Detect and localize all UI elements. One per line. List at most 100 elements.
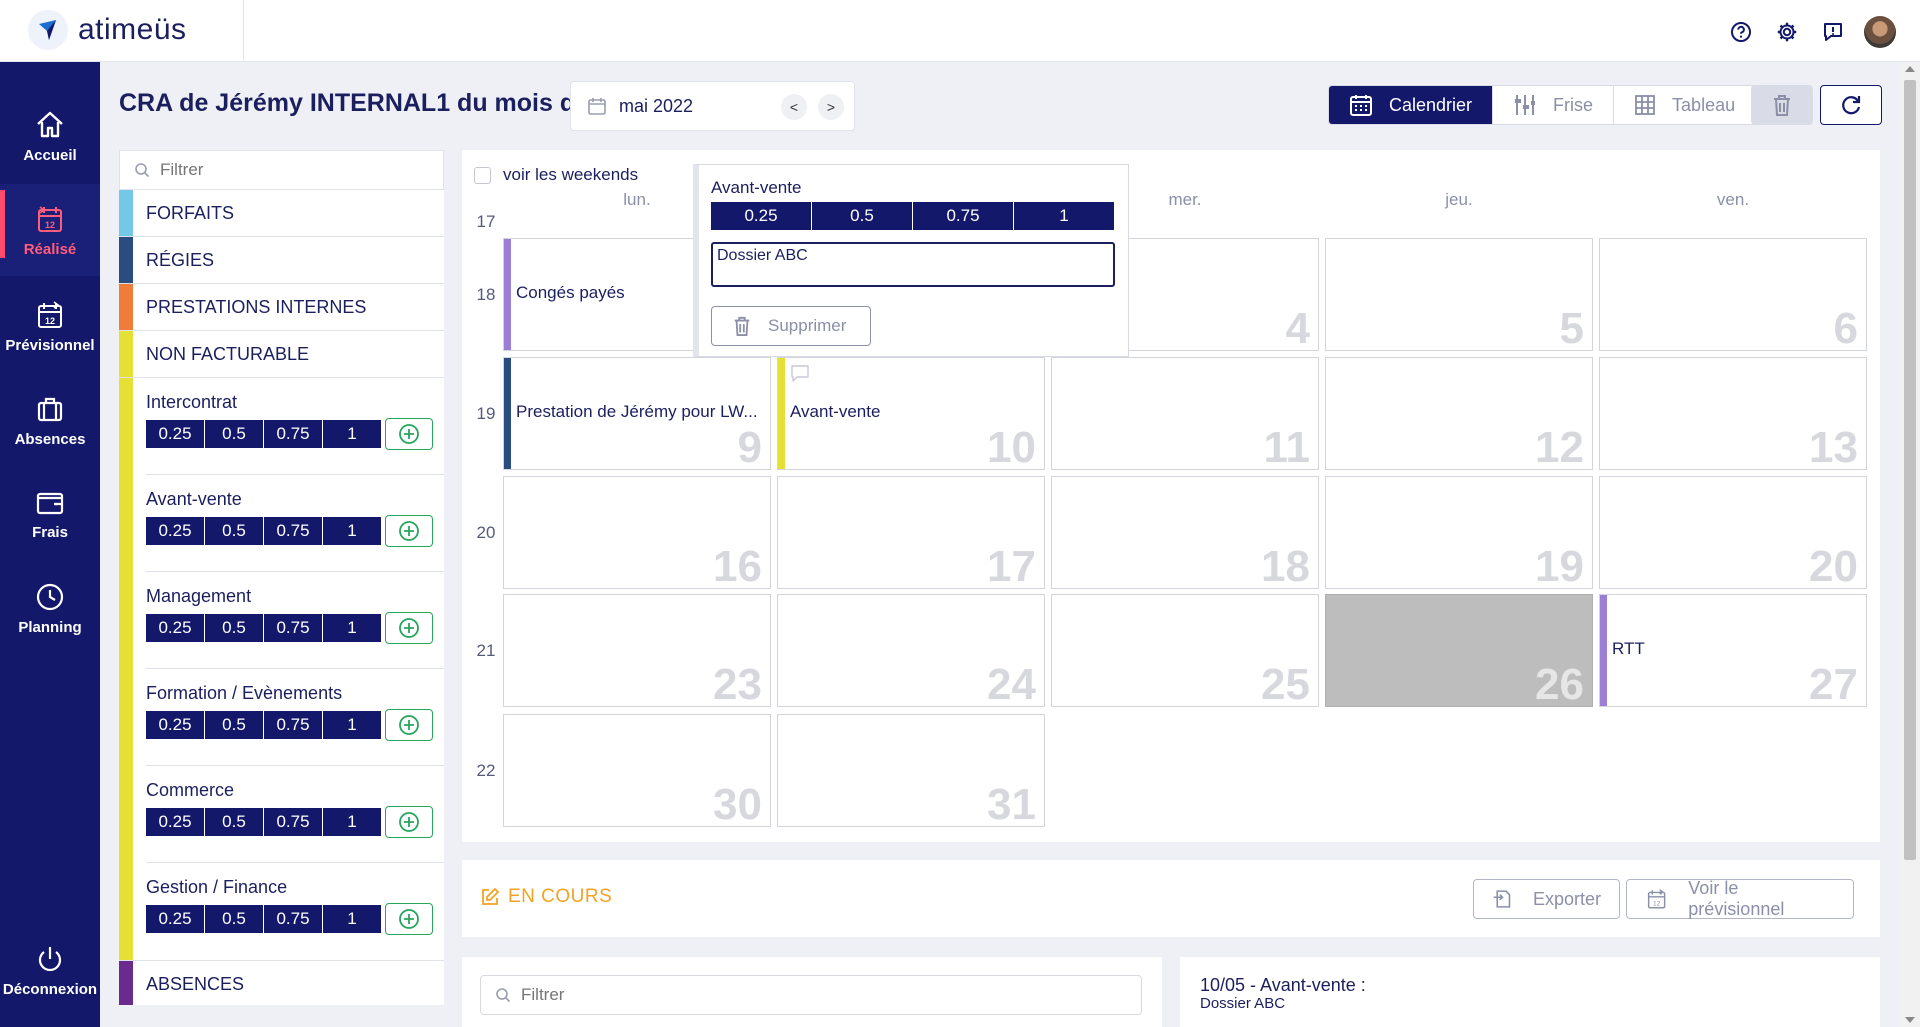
plus-circle-icon	[399, 424, 419, 444]
category-regies[interactable]: RÉGIES	[119, 236, 444, 283]
app-logo[interactable]: atimeüs	[28, 10, 187, 50]
sidebar-item-absences[interactable]: Absences	[0, 374, 100, 466]
quantity-button[interactable]: 0.75	[264, 711, 323, 739]
add-entry-button[interactable]	[385, 612, 433, 644]
quantity-button[interactable]: 1	[323, 905, 382, 933]
quantity-button[interactable]: 1	[323, 420, 382, 448]
scroll-down-icon[interactable]	[1905, 1017, 1915, 1023]
scroll-thumb[interactable]	[1904, 80, 1916, 860]
quantity-button[interactable]: 1	[323, 711, 382, 739]
page-scrollbar[interactable]	[1900, 62, 1920, 1027]
quantity-button[interactable]: 0.5	[205, 808, 264, 836]
activity-filter-input[interactable]	[160, 160, 420, 180]
quantity-button[interactable]: 0.25	[146, 905, 205, 933]
calendar-day[interactable]: 5	[1325, 238, 1593, 351]
view-forecast-button[interactable]: 12 Voir le prévisionnel	[1626, 878, 1854, 919]
quantity-button[interactable]: 1	[323, 808, 382, 836]
popup-comment-input[interactable]: Dossier ABC	[711, 242, 1115, 287]
quantity-button[interactable]: 0.5	[205, 420, 264, 448]
quantity-button[interactable]: 0.5	[205, 614, 264, 642]
calendar-event[interactable]: Prestation de Jérémy pour LW...	[516, 402, 766, 422]
popup-qty-button[interactable]: 0.25	[711, 202, 812, 230]
calendar-event[interactable]: RTT	[1612, 639, 1862, 659]
export-button[interactable]: Exporter	[1473, 879, 1620, 919]
calendar-day[interactable]: 23	[503, 594, 771, 707]
user-avatar[interactable]	[1864, 16, 1896, 48]
calendar-day[interactable]: Prestation de Jérémy pour LW... 9	[503, 357, 771, 470]
quantity-button[interactable]: 0.5	[205, 905, 264, 933]
sidebar-item-realise[interactable]: 12 Réalisé	[0, 184, 100, 276]
calendar-event[interactable]: Avant-vente	[790, 402, 1040, 422]
calendar-day[interactable]: 18	[1051, 476, 1319, 589]
popup-qty-button[interactable]: 0.75	[913, 202, 1014, 230]
add-entry-button[interactable]	[385, 903, 433, 935]
quantity-button[interactable]: 1	[323, 517, 382, 545]
weekend-toggle[interactable]: voir les weekends	[474, 165, 638, 185]
calendar-day[interactable]: 13	[1599, 357, 1867, 470]
quantity-button[interactable]: 0.25	[146, 808, 205, 836]
calendar-day[interactable]: 12	[1325, 357, 1593, 470]
sidebar-item-planning[interactable]: Planning	[0, 562, 100, 654]
category-prestations-internes[interactable]: PRESTATIONS INTERNES	[119, 283, 444, 330]
popup-quantity-row: 0.25 0.5 0.75 1	[711, 202, 1115, 230]
popup-qty-button[interactable]: 0.5	[812, 202, 913, 230]
weekend-checkbox[interactable]	[474, 166, 491, 184]
category-forfaits[interactable]: FORFAITS	[119, 189, 444, 236]
prev-month-button[interactable]: <	[781, 94, 807, 120]
logout-button[interactable]: Déconnexion	[0, 924, 100, 1016]
sidebar-item-previsionnel[interactable]: 12 Prévisionnel	[0, 280, 100, 372]
quantity-button[interactable]: 0.25	[146, 517, 205, 545]
calendar-day[interactable]: 26	[1325, 594, 1593, 707]
quantity-button[interactable]: 0.5	[205, 517, 264, 545]
calendar-day[interactable]: 6	[1599, 238, 1867, 351]
add-entry-button[interactable]	[385, 515, 433, 547]
delete-all-button[interactable]	[1751, 85, 1813, 125]
delete-entry-button[interactable]: Supprimer	[711, 306, 871, 346]
calendar-day[interactable]: 16	[503, 476, 771, 589]
help-icon[interactable]	[1726, 17, 1756, 47]
quantity-button[interactable]: 0.75	[264, 517, 323, 545]
calendar-day[interactable]: 24	[777, 594, 1045, 707]
gear-icon[interactable]	[1772, 17, 1802, 47]
sidebar-item-frais[interactable]: Frais	[0, 467, 100, 559]
quantity-button[interactable]: 0.25	[146, 614, 205, 642]
scroll-up-icon[interactable]	[1905, 66, 1915, 72]
calendar-day[interactable]: 30	[503, 714, 771, 827]
quantity-button[interactable]: 0.75	[264, 905, 323, 933]
month-label: mai 2022	[619, 96, 694, 116]
calendar-day[interactable]: 25	[1051, 594, 1319, 707]
tab-calendrier[interactable]: Calendrier	[1329, 86, 1494, 124]
quantity-button[interactable]: 0.25	[146, 711, 205, 739]
tab-frise[interactable]: Frise	[1493, 86, 1615, 124]
tab-tableau[interactable]: Tableau	[1614, 86, 1755, 124]
calendar-day[interactable]: 11	[1051, 357, 1319, 470]
add-entry-button[interactable]	[385, 418, 433, 450]
add-entry-button[interactable]	[385, 709, 433, 741]
calendar-day[interactable]: Avant-vente 10	[777, 357, 1045, 470]
calendar-day[interactable]: 31	[777, 714, 1045, 827]
popup-qty-button[interactable]: 1	[1014, 202, 1115, 230]
calendar-day[interactable]: 19	[1325, 476, 1593, 589]
calendar-day[interactable]: 20	[1599, 476, 1867, 589]
sidebar-item-accueil[interactable]: Accueil	[0, 90, 100, 182]
category-non-facturable[interactable]: NON FACTURABLE	[119, 330, 444, 377]
quantity-button[interactable]: 0.25	[146, 420, 205, 448]
category-absences[interactable]: ABSENCES	[119, 960, 444, 1005]
entries-filter-input[interactable]	[521, 985, 1121, 1005]
refresh-button[interactable]	[1820, 85, 1882, 125]
week-number: 17	[476, 212, 496, 231]
next-month-button[interactable]: >	[818, 94, 844, 120]
quantity-button[interactable]: 0.75	[264, 808, 323, 836]
calendar-day[interactable]: 17	[777, 476, 1045, 589]
feedback-icon[interactable]	[1818, 17, 1848, 47]
page-title: CRA de Jérémy INTERNAL1 du mois de	[119, 89, 590, 117]
quantity-button[interactable]: 0.75	[264, 614, 323, 642]
comment-icon[interactable]	[790, 364, 810, 389]
month-picker[interactable]: mai 2022 < >	[570, 81, 855, 131]
quantity-button[interactable]: 1	[323, 614, 382, 642]
day-number: 23	[713, 660, 762, 707]
calendar-day[interactable]: RTT 27	[1599, 594, 1867, 707]
quantity-button[interactable]: 0.75	[264, 420, 323, 448]
quantity-button[interactable]: 0.5	[205, 711, 264, 739]
add-entry-button[interactable]	[385, 806, 433, 838]
